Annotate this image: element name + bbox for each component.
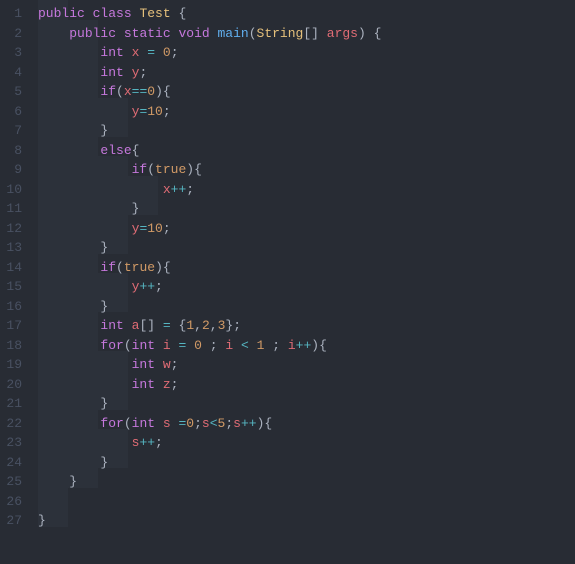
line-number: 11: [4, 199, 22, 219]
code-line[interactable]: y++;: [30, 277, 575, 297]
code-line[interactable]: }: [30, 297, 575, 317]
code-line[interactable]: }: [30, 472, 575, 492]
line-number: 20: [4, 375, 22, 395]
line-number: 13: [4, 238, 22, 258]
code-line[interactable]: }: [30, 199, 575, 219]
line-number: 4: [4, 63, 22, 83]
code-line[interactable]: }: [30, 453, 575, 473]
code-line[interactable]: if(x==0){: [30, 82, 575, 102]
line-number: 10: [4, 180, 22, 200]
line-number: 23: [4, 433, 22, 453]
line-number: 24: [4, 453, 22, 473]
line-number-gutter: 1 2 3 4 5 6 7 8 9 10 11 12 13 14 15 16 1…: [0, 0, 30, 564]
line-number: 17: [4, 316, 22, 336]
line-number: 8: [4, 141, 22, 161]
line-number: 22: [4, 414, 22, 434]
line-number: 16: [4, 297, 22, 317]
code-line[interactable]: y=10;: [30, 102, 575, 122]
code-area[interactable]: public class Test { public static void m…: [30, 0, 575, 564]
code-line[interactable]: else{: [30, 141, 575, 161]
line-number: 7: [4, 121, 22, 141]
code-editor[interactable]: 1 2 3 4 5 6 7 8 9 10 11 12 13 14 15 16 1…: [0, 0, 575, 564]
code-line[interactable]: y=10;: [30, 219, 575, 239]
code-line[interactable]: x++;: [30, 180, 575, 200]
line-number: 3: [4, 43, 22, 63]
line-number: 12: [4, 219, 22, 239]
line-number: 5: [4, 82, 22, 102]
code-line[interactable]: }: [30, 121, 575, 141]
code-line[interactable]: }: [30, 394, 575, 414]
code-line[interactable]: if(true){: [30, 160, 575, 180]
line-number: 21: [4, 394, 22, 414]
code-line[interactable]: [30, 492, 575, 512]
line-number: 26: [4, 492, 22, 512]
line-number: 9: [4, 160, 22, 180]
line-number: 6: [4, 102, 22, 122]
code-line[interactable]: for(int i = 0 ; i < 1 ; i++){: [30, 336, 575, 356]
line-number: 19: [4, 355, 22, 375]
line-number: 25: [4, 472, 22, 492]
code-line[interactable]: int x = 0;: [30, 43, 575, 63]
line-number: 1: [4, 4, 22, 24]
code-line[interactable]: }: [30, 238, 575, 258]
line-number: 2: [4, 24, 22, 44]
code-line[interactable]: int z;: [30, 375, 575, 395]
line-number: 15: [4, 277, 22, 297]
code-line[interactable]: s++;: [30, 433, 575, 453]
code-line[interactable]: if(true){: [30, 258, 575, 278]
code-line[interactable]: int a[] = {1,2,3};: [30, 316, 575, 336]
code-line[interactable]: public class Test {: [30, 4, 575, 24]
code-line[interactable]: public static void main(String[] args) {: [30, 24, 575, 44]
code-line[interactable]: }: [30, 511, 575, 531]
line-number: 14: [4, 258, 22, 278]
code-line[interactable]: int w;: [30, 355, 575, 375]
line-number: 27: [4, 511, 22, 531]
line-number: 18: [4, 336, 22, 356]
code-line[interactable]: for(int s =0;s<5;s++){: [30, 414, 575, 434]
code-line[interactable]: int y;: [30, 63, 575, 83]
